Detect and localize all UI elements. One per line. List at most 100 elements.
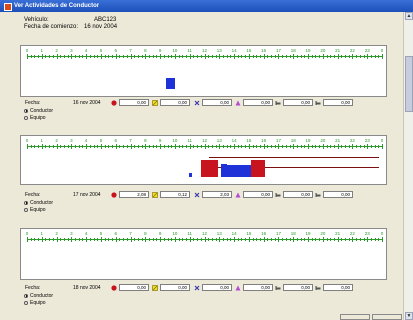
ruler-tick [319,55,321,58]
hour-tick-label: 22 [349,231,355,236]
scroll-down-icon[interactable]: ▼ [405,312,413,320]
ruler-tick [304,145,306,148]
ruler-tick [134,55,136,58]
ruler-tick [234,54,236,59]
ruler-tick [293,237,295,242]
ruler-tick [56,144,58,149]
ruler-tick [352,237,354,242]
scroll-up-icon[interactable]: ▲ [405,12,413,20]
ruler-tick [256,145,258,148]
ruler-tick [363,145,365,148]
hour-tick-label: 14 [231,48,237,53]
bed2-icon [315,285,321,291]
ruler-tick [27,237,28,242]
timeline-panel-1: 0 1 2 3 4 5 6 7 8 9 10 11 12 13 14 15 16 17 18 19 20 21 22 23 0 [20,45,387,97]
hour-tick-label: 11 [187,231,193,236]
footer-button-2[interactable] [372,314,402,320]
ruler-tick [259,55,261,58]
hour-tick-label: 12 [201,231,208,236]
ruler-tick [374,55,376,58]
option-equipo[interactable]: Equipo [24,300,46,306]
ruler-tick [89,145,91,148]
hour-tick-label: 15 [246,138,252,143]
work-icon [194,192,200,198]
ruler-tick [30,55,32,58]
activity-value-field: 0,00 [160,284,190,291]
ruler-tick [86,144,88,149]
work-block [166,78,175,89]
ruler-tick [197,238,199,241]
hour-tick-label: 13 [216,231,222,236]
hour-tick-label: 9 [158,138,162,143]
ruler-tick [145,144,147,149]
ruler-tick [333,55,335,58]
ruler-tick [234,144,236,149]
option-conductor[interactable]: Conductor [24,108,53,114]
ruler-tick [333,145,335,148]
ruler-tick [123,145,125,148]
ruler-tick [41,54,43,59]
option-equipo[interactable]: Equipo [24,115,46,121]
ruler-tick [311,55,313,58]
hour-ruler: 0 1 2 3 4 5 6 7 8 9 10 11 12 13 14 15 16 17 18 19 20 21 22 23 0 [26,138,383,150]
availability-icon [235,285,241,291]
scroll-thumb[interactable] [405,56,413,112]
ruler-tick [137,145,139,148]
hour-tick-label: 2 [55,231,58,236]
ruler-tick [137,55,139,58]
ruler-tick [274,238,276,241]
ruler-tick [100,144,102,149]
ruler-tick [245,55,247,58]
ruler-tick [171,55,173,58]
hour-tick-label: 20 [320,231,326,236]
ruler-tick [126,145,128,148]
hour-tick-label: 17 [275,138,281,143]
hour-tick-label: 16 [261,138,267,143]
ruler-tick [367,144,369,149]
bed-icon [275,192,281,198]
activity-value-field: 0,00 [202,99,232,106]
activity-value-field: 0,12 [160,191,190,198]
vertical-scrollbar[interactable]: ▲ ▼ [403,12,413,320]
ruler-tick [345,238,347,241]
ruler-tick [226,238,228,241]
ruler-tick [60,238,62,241]
ruler-tick [352,54,354,59]
hour-tick-label: 13 [216,138,222,143]
ruler-tick [222,238,224,241]
ruler-tick [86,54,88,59]
footer-button-1[interactable] [340,314,370,320]
option-conductor[interactable]: Conductor [24,293,53,299]
bed-icon [275,100,281,106]
driving-icon [111,100,117,106]
ruler-tick [300,145,302,148]
ruler-tick [322,144,324,149]
activity-value-field: 0,00 [323,99,353,106]
title-bar[interactable]: Ver Actividades de Conductor [0,0,413,12]
activity-value-field: 2,03 [202,191,232,198]
ruler-tick [330,145,332,148]
option-conductor[interactable]: Conductor [24,200,53,206]
ruler-tick [119,238,121,241]
ruler-tick [211,55,213,58]
option-equipo[interactable]: Equipo [24,207,46,213]
ruler-tick [160,54,162,59]
ruler-tick [285,145,287,148]
vehicle-label: Vehículo: [24,17,49,23]
rest-icon [152,192,158,198]
ruler-tick [241,145,243,148]
hour-tick-label: 6 [114,48,118,53]
rest-icon [152,285,158,291]
ruler-tick [104,55,106,58]
ruler-tick [38,145,40,148]
hour-tick-label: 15 [246,48,252,53]
ruler-tick [345,145,347,148]
ruler-tick [211,238,213,241]
ruler-tick [112,55,114,58]
hour-tick-label: 8 [144,138,147,143]
ruler-tick [315,55,317,58]
activity-value-field: 0,00 [283,284,313,291]
ruler-tick [178,55,180,58]
ruler-tick [282,55,284,58]
ruler-tick [315,238,317,241]
